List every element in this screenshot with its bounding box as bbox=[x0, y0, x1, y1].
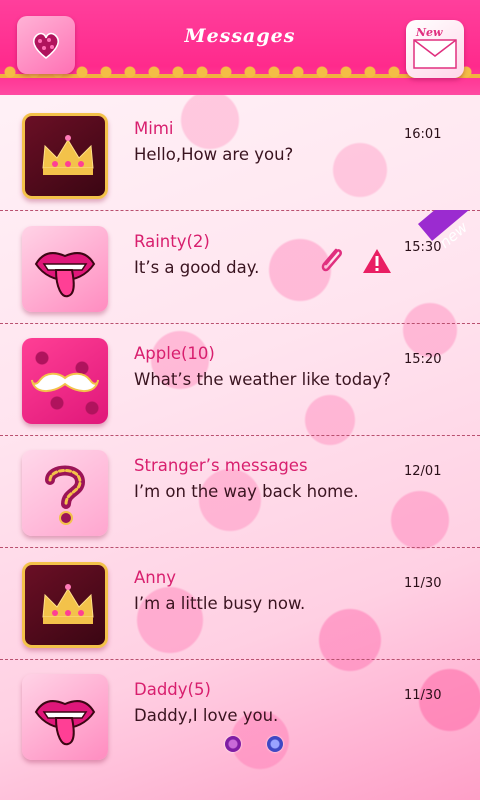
message-preview: What’s the weather like today? bbox=[134, 370, 391, 389]
page-dot[interactable] bbox=[267, 736, 283, 752]
compose-label: New bbox=[416, 26, 443, 39]
message-preview: I’m a little busy now. bbox=[134, 594, 306, 613]
conversation-row[interactable]: Stranger’s messages I’m on the way back … bbox=[0, 436, 480, 548]
conversation-row[interactable]: Anny I’m a little busy now. 11/30 bbox=[0, 548, 480, 660]
contact-name: Stranger’s messages bbox=[134, 456, 308, 475]
paperclip-icon bbox=[321, 248, 342, 272]
page-indicator bbox=[225, 736, 285, 756]
contact-name: Rainty(2) bbox=[134, 232, 210, 251]
message-time: 11/30 bbox=[404, 576, 442, 591]
message-time: 15:20 bbox=[404, 352, 442, 367]
message-preview: I’m on the way back home. bbox=[134, 482, 359, 501]
crown-icon bbox=[42, 584, 94, 624]
header-bar: Messages New bbox=[0, 0, 480, 95]
conversation-row[interactable]: Mimi Hello,How are you? 16:01 bbox=[0, 99, 480, 211]
message-preview: It’s a good day. bbox=[134, 258, 260, 277]
lips-avatar bbox=[22, 226, 108, 312]
question-mark-icon bbox=[45, 465, 86, 525]
question-avatar bbox=[22, 450, 108, 536]
mustache-icon bbox=[31, 372, 99, 392]
message-time: 11/30 bbox=[404, 688, 442, 703]
lips-icon bbox=[34, 252, 96, 298]
message-preview: Daddy,I love you. bbox=[134, 706, 279, 725]
contact-name: Apple(10) bbox=[134, 344, 215, 363]
message-time: 12/01 bbox=[404, 464, 442, 479]
lips-icon bbox=[34, 700, 96, 746]
alert-icon bbox=[363, 249, 391, 273]
crown-avatar bbox=[22, 562, 108, 648]
contact-name: Mimi bbox=[134, 119, 174, 138]
conversation-row[interactable]: Apple(10) What’s the weather like today?… bbox=[0, 324, 480, 436]
compose-button[interactable]: New bbox=[406, 20, 464, 78]
crown-avatar bbox=[22, 113, 108, 199]
conversation-row[interactable]: new Rainty(2) It’s a good day. 15:30 bbox=[0, 210, 480, 324]
page-dot-active[interactable] bbox=[225, 736, 241, 752]
contact-name: Daddy(5) bbox=[134, 680, 211, 699]
message-preview: Hello,How are you? bbox=[134, 145, 294, 164]
message-time: 15:30 bbox=[404, 240, 442, 255]
mustache-avatar bbox=[22, 338, 108, 424]
contact-name: Anny bbox=[134, 568, 176, 587]
lips-avatar bbox=[22, 674, 108, 760]
screen: Messages New Mimi Hello,How are you? 16:… bbox=[0, 0, 480, 800]
crown-icon bbox=[42, 135, 94, 175]
message-time: 16:01 bbox=[404, 127, 442, 142]
